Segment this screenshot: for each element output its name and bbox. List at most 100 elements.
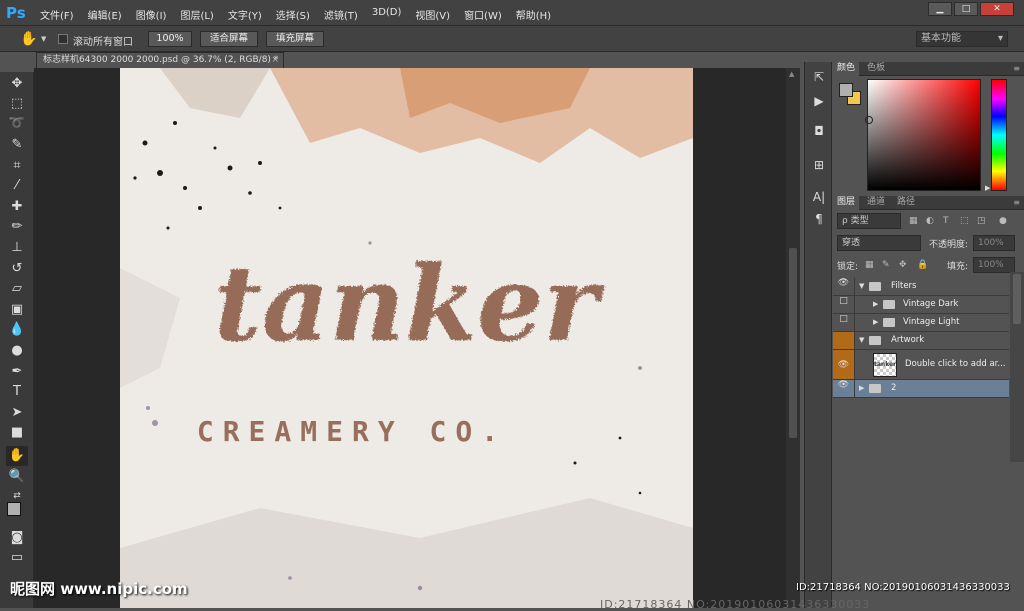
hand-tool-icon[interactable]: ✋ (20, 31, 37, 47)
filter-toggle-icon[interactable]: ● (999, 213, 1007, 229)
visibility-eye-icon[interactable]: 👁 (833, 350, 855, 379)
menu-help[interactable]: 帮助(H) (516, 7, 551, 22)
fill-input[interactable]: 100% (973, 257, 1015, 273)
lock-all-icon[interactable]: 🔒 (917, 257, 928, 273)
filter-type-icon[interactable]: T (943, 213, 949, 229)
properties-panel-icon[interactable]: ◘ (810, 122, 828, 140)
visibility-toggle[interactable]: □ (833, 314, 855, 331)
canvas-area[interactable]: tanker CREAMERY CO. (34, 68, 786, 608)
tab-color[interactable]: 颜色 (833, 62, 860, 76)
healing-brush-tool-icon[interactable]: ✚ (6, 197, 28, 217)
zoom-100-button[interactable]: 100% (148, 31, 192, 47)
canvas-vertical-scrollbar[interactable]: ▲ (786, 68, 800, 608)
expand-arrow-icon[interactable]: ▶ (859, 384, 864, 392)
zoom-tool-icon[interactable]: 🔍 (6, 467, 28, 487)
hue-slider-arrow-icon[interactable]: ▶ (985, 184, 990, 192)
hue-slider[interactable] (991, 79, 1007, 191)
color-picker-field[interactable] (867, 79, 981, 191)
close-document-icon[interactable]: × (271, 53, 279, 68)
pen-tool-icon[interactable]: ✒ (6, 362, 28, 382)
gradient-tool-icon[interactable]: ▣ (6, 300, 28, 320)
lock-transparency-icon[interactable]: ▦ (865, 257, 874, 273)
history-panel-icon[interactable]: ⇱ (810, 68, 828, 86)
close-button[interactable]: ✕ (980, 2, 1014, 16)
lock-position-icon[interactable]: ✥ (899, 257, 907, 273)
layer-row-vintage-light[interactable]: □ ▶ Vintage Light (833, 314, 1009, 332)
menu-layer[interactable]: 图层(L) (180, 7, 213, 22)
menu-window[interactable]: 窗口(W) (464, 7, 502, 22)
color-picker-cursor[interactable] (865, 116, 873, 124)
filter-pixel-icon[interactable]: ▦ (909, 213, 918, 229)
minimize-button[interactable]: ▁ (928, 2, 952, 16)
foreground-color-swatch[interactable] (7, 502, 21, 516)
menu-image[interactable]: 图像(I) (136, 7, 167, 22)
filter-adjustment-icon[interactable]: ◐ (926, 213, 934, 229)
tab-channels[interactable]: 通道 (863, 196, 889, 210)
history-brush-tool-icon[interactable]: ↺ (6, 259, 28, 279)
blend-mode-select[interactable]: 穿透 (837, 235, 921, 251)
quick-mask-icon[interactable]: ◙ (6, 528, 28, 548)
lock-pixels-icon[interactable]: ✎ (882, 257, 890, 273)
layer-row-vintage-dark[interactable]: □ ▶ Vintage Dark (833, 296, 1009, 314)
menu-3d[interactable]: 3D(D) (372, 7, 402, 22)
eraser-tool-icon[interactable]: ▱ (6, 279, 28, 299)
actions-panel-icon[interactable]: ▶ (810, 92, 828, 110)
hand-tool-icon[interactable]: ✋ (6, 446, 28, 466)
scroll-all-windows-checkbox[interactable] (58, 34, 68, 44)
crop-tool-icon[interactable]: ⌗ (6, 156, 28, 176)
layers-scrollbar[interactable] (1010, 272, 1024, 462)
type-tool-icon[interactable]: T (6, 382, 28, 402)
filter-shape-icon[interactable]: ⬚ (960, 213, 969, 229)
scroll-up-icon[interactable]: ▲ (789, 70, 794, 78)
layer-filter-select[interactable]: ρ 类型 (837, 213, 901, 229)
lasso-tool-icon[interactable]: ➰ (6, 114, 28, 134)
blur-tool-icon[interactable]: 💧 (6, 320, 28, 340)
rectangle-tool-icon[interactable]: ■ (6, 423, 28, 443)
layer-row-filters[interactable]: 👁 ▼ Filters (833, 278, 1009, 296)
menu-file[interactable]: 文件(F) (40, 7, 74, 22)
visibility-eye-icon[interactable]: 👁 (833, 380, 855, 397)
menu-type[interactable]: 文字(Y) (228, 7, 262, 22)
path-select-tool-icon[interactable]: ➤ (6, 403, 28, 423)
quick-select-tool-icon[interactable]: ✎ (6, 135, 28, 155)
layer-row-artwork[interactable]: ▼ Artwork (833, 332, 1009, 350)
layer-row-2[interactable]: 👁 ▶ 2 (833, 380, 1009, 398)
expand-arrow-icon[interactable]: ▶ (873, 318, 878, 326)
brush-tool-icon[interactable]: ✏ (6, 217, 28, 237)
tab-paths[interactable]: 路径 (893, 196, 919, 210)
fill-screen-button[interactable]: 填充屏幕 (266, 31, 324, 47)
paragraph-panel-icon[interactable]: ¶ (810, 210, 828, 228)
menu-edit[interactable]: 编辑(E) (88, 7, 122, 22)
tool-preset-dropdown-icon[interactable]: ▼ (41, 35, 46, 43)
tab-swatches[interactable]: 色板 (863, 62, 889, 76)
move-tool-icon[interactable]: ✥ (6, 74, 28, 94)
dodge-tool-icon[interactable]: ● (6, 341, 28, 361)
panel-menu-icon[interactable]: ≡ (1013, 62, 1020, 75)
character-panel-icon[interactable]: A| (810, 188, 828, 206)
opacity-input[interactable]: 100% (973, 235, 1015, 251)
visibility-eye-icon[interactable]: 👁 (833, 278, 855, 295)
tab-layers[interactable]: 图层 (833, 196, 860, 210)
expand-arrow-icon[interactable]: ▼ (859, 336, 864, 344)
filter-smart-object-icon[interactable]: ◳ (977, 213, 986, 229)
menu-select[interactable]: 选择(S) (276, 7, 310, 22)
menu-filter[interactable]: 滤镜(T) (324, 7, 358, 22)
visibility-toggle[interactable]: □ (833, 296, 855, 313)
adjustments-panel-icon[interactable]: ⊞ (810, 156, 828, 174)
layers-scrollbar-thumb[interactable] (1013, 274, 1021, 324)
workspace-select[interactable]: 基本功能 (916, 31, 1008, 47)
document-tab[interactable]: 标志样机64300 2000 2000.psd @ 36.7% (2, RGB/… (36, 52, 284, 68)
visibility-toggle[interactable] (833, 332, 855, 349)
expand-arrow-icon[interactable]: ▶ (873, 300, 878, 308)
panel-foreground-color[interactable] (839, 83, 853, 97)
eyedropper-tool-icon[interactable]: ⁄ (6, 176, 28, 196)
expand-arrow-icon[interactable]: ▼ (859, 282, 864, 290)
clone-stamp-tool-icon[interactable]: ⊥ (6, 238, 28, 258)
marquee-tool-icon[interactable]: ⬚ (6, 94, 28, 114)
maximize-button[interactable]: □ (954, 2, 978, 16)
panel-menu-icon[interactable]: ≡ (1013, 196, 1020, 209)
fit-screen-button[interactable]: 适合屏幕 (200, 31, 258, 47)
menu-view[interactable]: 视图(V) (415, 7, 450, 22)
layer-row-smart-object[interactable]: 👁 tanker Double click to add ar... (833, 350, 1009, 380)
scrollbar-thumb[interactable] (789, 248, 797, 438)
